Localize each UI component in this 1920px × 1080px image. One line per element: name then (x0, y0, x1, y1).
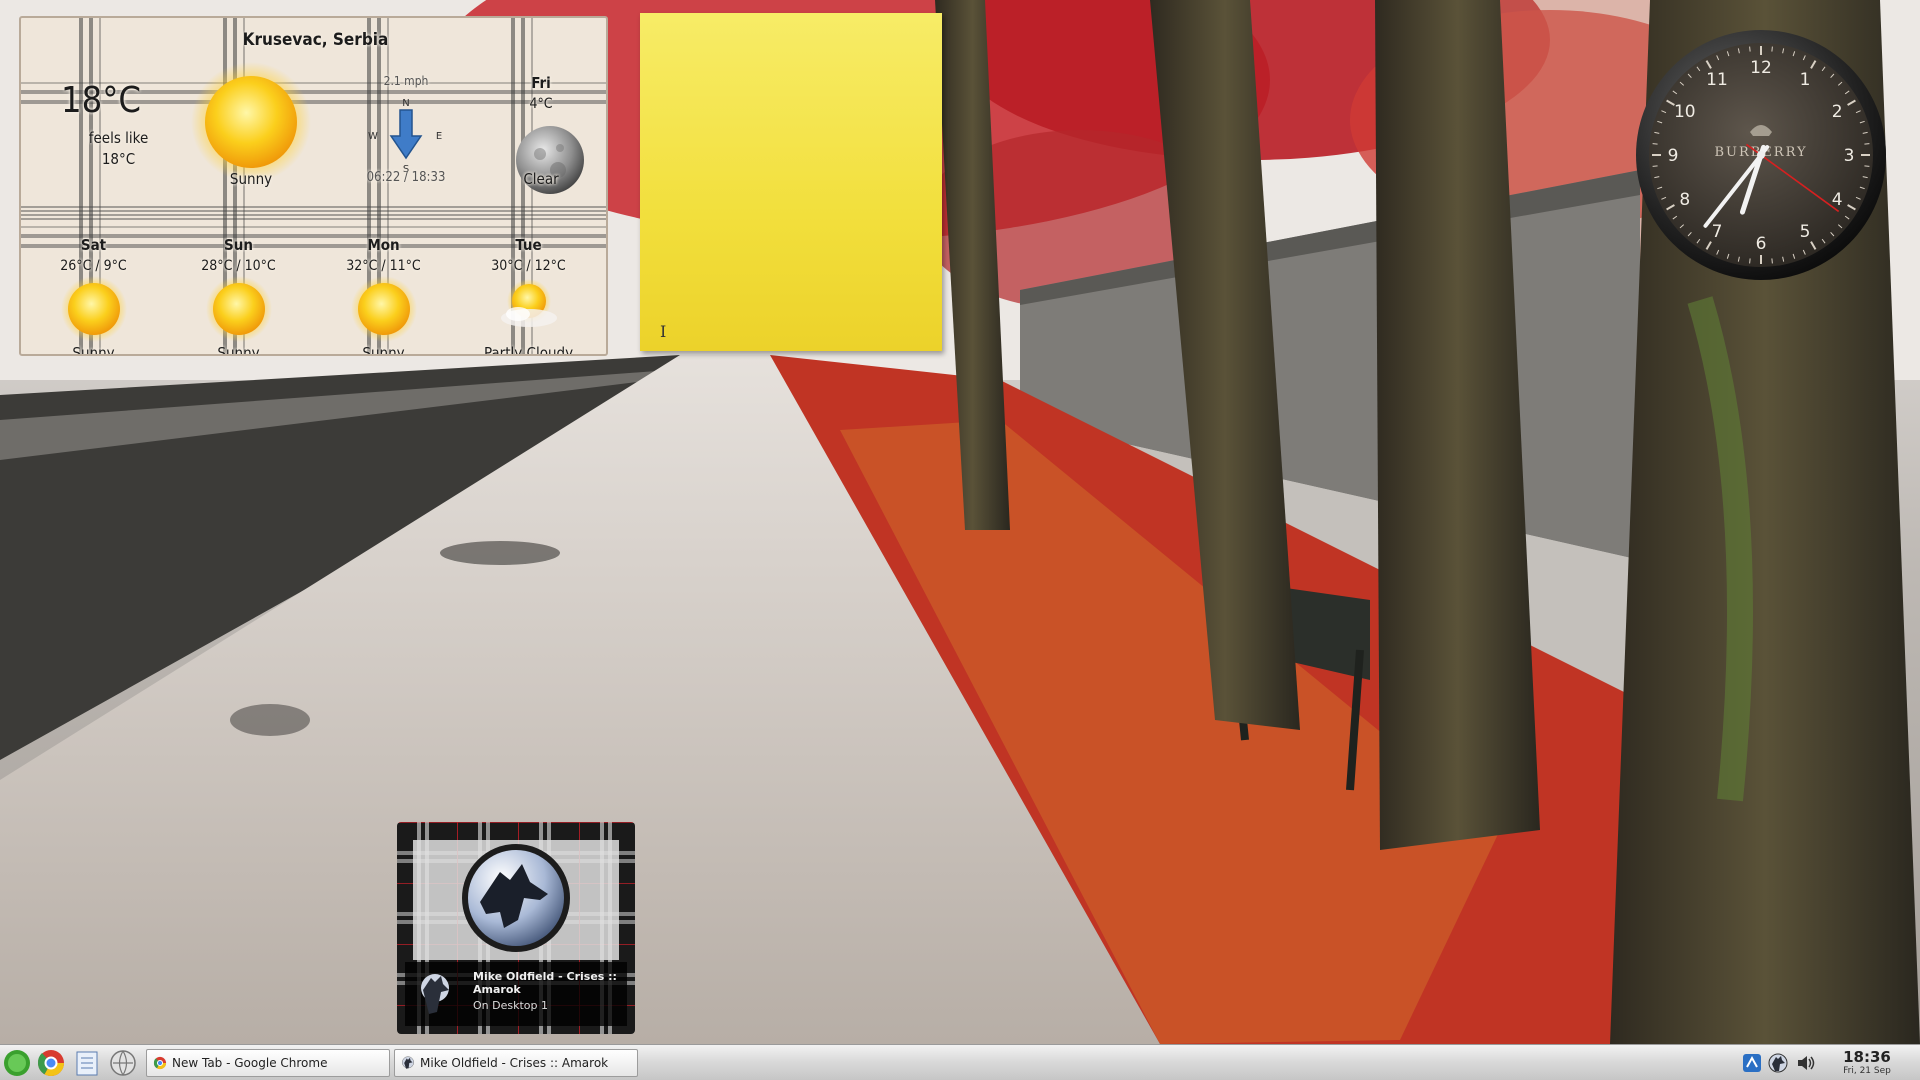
clock-numeral: 3 (1844, 146, 1855, 166)
wind-speed: 2.1 mph (383, 74, 429, 88)
today-day: Fri (531, 74, 551, 92)
text-cursor-icon: I (660, 322, 667, 341)
clock-tick (1771, 46, 1773, 52)
forecast-day-name: Sun (224, 236, 253, 254)
task-label: New Tab - Google Chrome (172, 1056, 328, 1070)
forecast-day-name: Mon (367, 236, 400, 254)
sun-icon (205, 276, 272, 342)
clock-numeral: 7 (1712, 222, 1723, 242)
current-condition: Sunny (229, 170, 273, 188)
wind-arrow-icon (389, 109, 423, 160)
volume-icon[interactable] (1796, 1053, 1816, 1073)
clock-tick (1771, 258, 1773, 264)
sun-icon (60, 276, 127, 342)
forecast-range: 28°C / 10°C (201, 258, 276, 274)
clock-tick (1864, 165, 1870, 167)
sun-icon (350, 276, 417, 342)
wind-compass-icon: N S E W (368, 98, 442, 174)
compass-e: E (436, 131, 442, 142)
clock-tick (1652, 143, 1658, 145)
taskbar-clock-time[interactable]: 18:36 (1836, 1049, 1898, 1065)
weather-city: Krusevac, Serbia (242, 30, 389, 50)
track-info: Mike Oldfield - Crises :: Amarok On Desk… (405, 962, 627, 1026)
compass-n: N (402, 98, 409, 109)
clock-numeral: 8 (1679, 190, 1690, 210)
weather-divider (21, 206, 606, 220)
feels-like-value: 18°C (101, 150, 136, 168)
clock-numeral: 2 (1832, 102, 1843, 122)
sun-icon (191, 62, 311, 182)
clock-numeral: 1 (1800, 70, 1811, 90)
chrome-icon[interactable] (36, 1048, 66, 1078)
amarok-logo-icon (462, 844, 570, 952)
clock-tick (1749, 46, 1751, 52)
partly-cloudy-icon (500, 279, 557, 327)
task-label: Mike Oldfield - Crises :: Amarok (420, 1056, 609, 1070)
current-temperature: 18°C (61, 80, 142, 121)
kde-menu-icon[interactable] (2, 1048, 32, 1078)
amarok-icon (402, 1056, 414, 1069)
forecast-day: Mon 32°C / 11°C Sunny (311, 220, 456, 356)
network-icon[interactable] (108, 1048, 138, 1078)
forecast-day-name: Tue (515, 236, 542, 254)
clock-numeral: 9 (1668, 146, 1679, 166)
sticky-note[interactable]: I (640, 13, 942, 351)
forecast-condition: Partly Cloudy (483, 344, 574, 356)
sunrise-sunset: 06:22 / 18:33 (366, 170, 446, 185)
clock-tick (1864, 143, 1870, 145)
analog-clock: 121234567891011 BURBERRY (1636, 30, 1886, 280)
forecast-day: Tue 30°C / 12°C Partly Cloudy (456, 220, 601, 356)
clock-tick (1652, 165, 1658, 167)
forecast-condition: Sunny (72, 344, 115, 356)
task-chrome-new-tab[interactable]: New Tab - Google Chrome (146, 1049, 390, 1077)
clock-numeral: 5 (1800, 222, 1811, 242)
forecast-day: Sun 28°C / 10°C Sunny (166, 220, 311, 356)
now-playing-widget[interactable]: Mike Oldfield - Crises :: Amarok On Desk… (397, 822, 635, 1034)
feels-like-label: feels like (88, 129, 149, 147)
forecast-day: Sat 26°C / 9°C Sunny (21, 220, 166, 356)
chrome-icon (153, 1056, 167, 1070)
feels-like: feels like 18°C (61, 128, 176, 170)
forecast-condition: Sunny (217, 344, 260, 356)
forecast-range: 26°C / 9°C (60, 258, 127, 274)
clock-numeral: 11 (1706, 70, 1728, 90)
amarok-tray-icon[interactable] (1768, 1053, 1788, 1073)
forecast-condition: Sunny (362, 344, 405, 356)
weather-widget: Krusevac, Serbia 18°C feels like 18°C Su… (19, 16, 608, 356)
today-forecast: Fri 4°C (481, 74, 601, 112)
today-temp: 4°C (529, 96, 553, 112)
taskbar-clock-date[interactable]: Fri, 21 Sep (1836, 1066, 1898, 1076)
task-amarok[interactable]: Mike Oldfield - Crises :: Amarok (394, 1049, 638, 1077)
clock-center-pin (1757, 151, 1765, 159)
forecast-range: 32°C / 11°C (346, 258, 421, 274)
clock-numeral: 10 (1674, 102, 1696, 122)
compass-w: W (368, 131, 378, 142)
network-tray-icon[interactable] (1742, 1053, 1762, 1073)
forecast-range: 30°C / 12°C (491, 258, 566, 274)
taskbar: New Tab - Google Chrome Mike Oldfield - … (0, 1044, 1920, 1080)
amarok-small-icon (421, 974, 449, 1014)
today-condition: Clear (523, 170, 559, 188)
clock-tick (1749, 258, 1751, 264)
track-desktop: On Desktop 1 (473, 999, 548, 1012)
forecast-day-name: Sat (80, 236, 107, 254)
file-manager-icon[interactable] (72, 1048, 102, 1078)
track-title: Mike Oldfield - Crises :: Amarok (473, 970, 617, 996)
clock-numeral: 12 (1750, 58, 1772, 78)
clock-numeral: 6 (1756, 234, 1767, 254)
